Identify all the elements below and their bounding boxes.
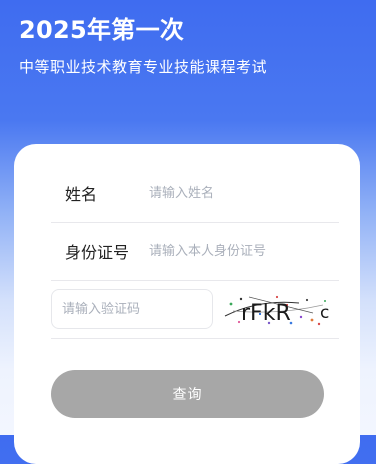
- id-number-input[interactable]: [149, 236, 339, 266]
- id-number-row: 身份证号: [51, 222, 339, 281]
- name-row: 姓名: [51, 164, 339, 223]
- page-title: 2025年第一次: [19, 16, 185, 44]
- captcha-image[interactable]: rFkR c: [219, 289, 339, 329]
- query-form-card: 姓名 身份证号: [14, 144, 360, 464]
- id-number-label: 身份证号: [65, 243, 130, 262]
- captcha-input[interactable]: [51, 289, 213, 329]
- name-label: 姓名: [65, 185, 98, 204]
- query-button[interactable]: 查询: [51, 370, 324, 418]
- captcha-text: rFkR: [241, 301, 291, 326]
- page-subtitle: 中等职业技术教育专业技能课程考试: [19, 58, 268, 76]
- captcha-text-extra: c: [320, 303, 329, 323]
- name-input[interactable]: [149, 178, 339, 208]
- captcha-row: rFkR c: [51, 280, 339, 339]
